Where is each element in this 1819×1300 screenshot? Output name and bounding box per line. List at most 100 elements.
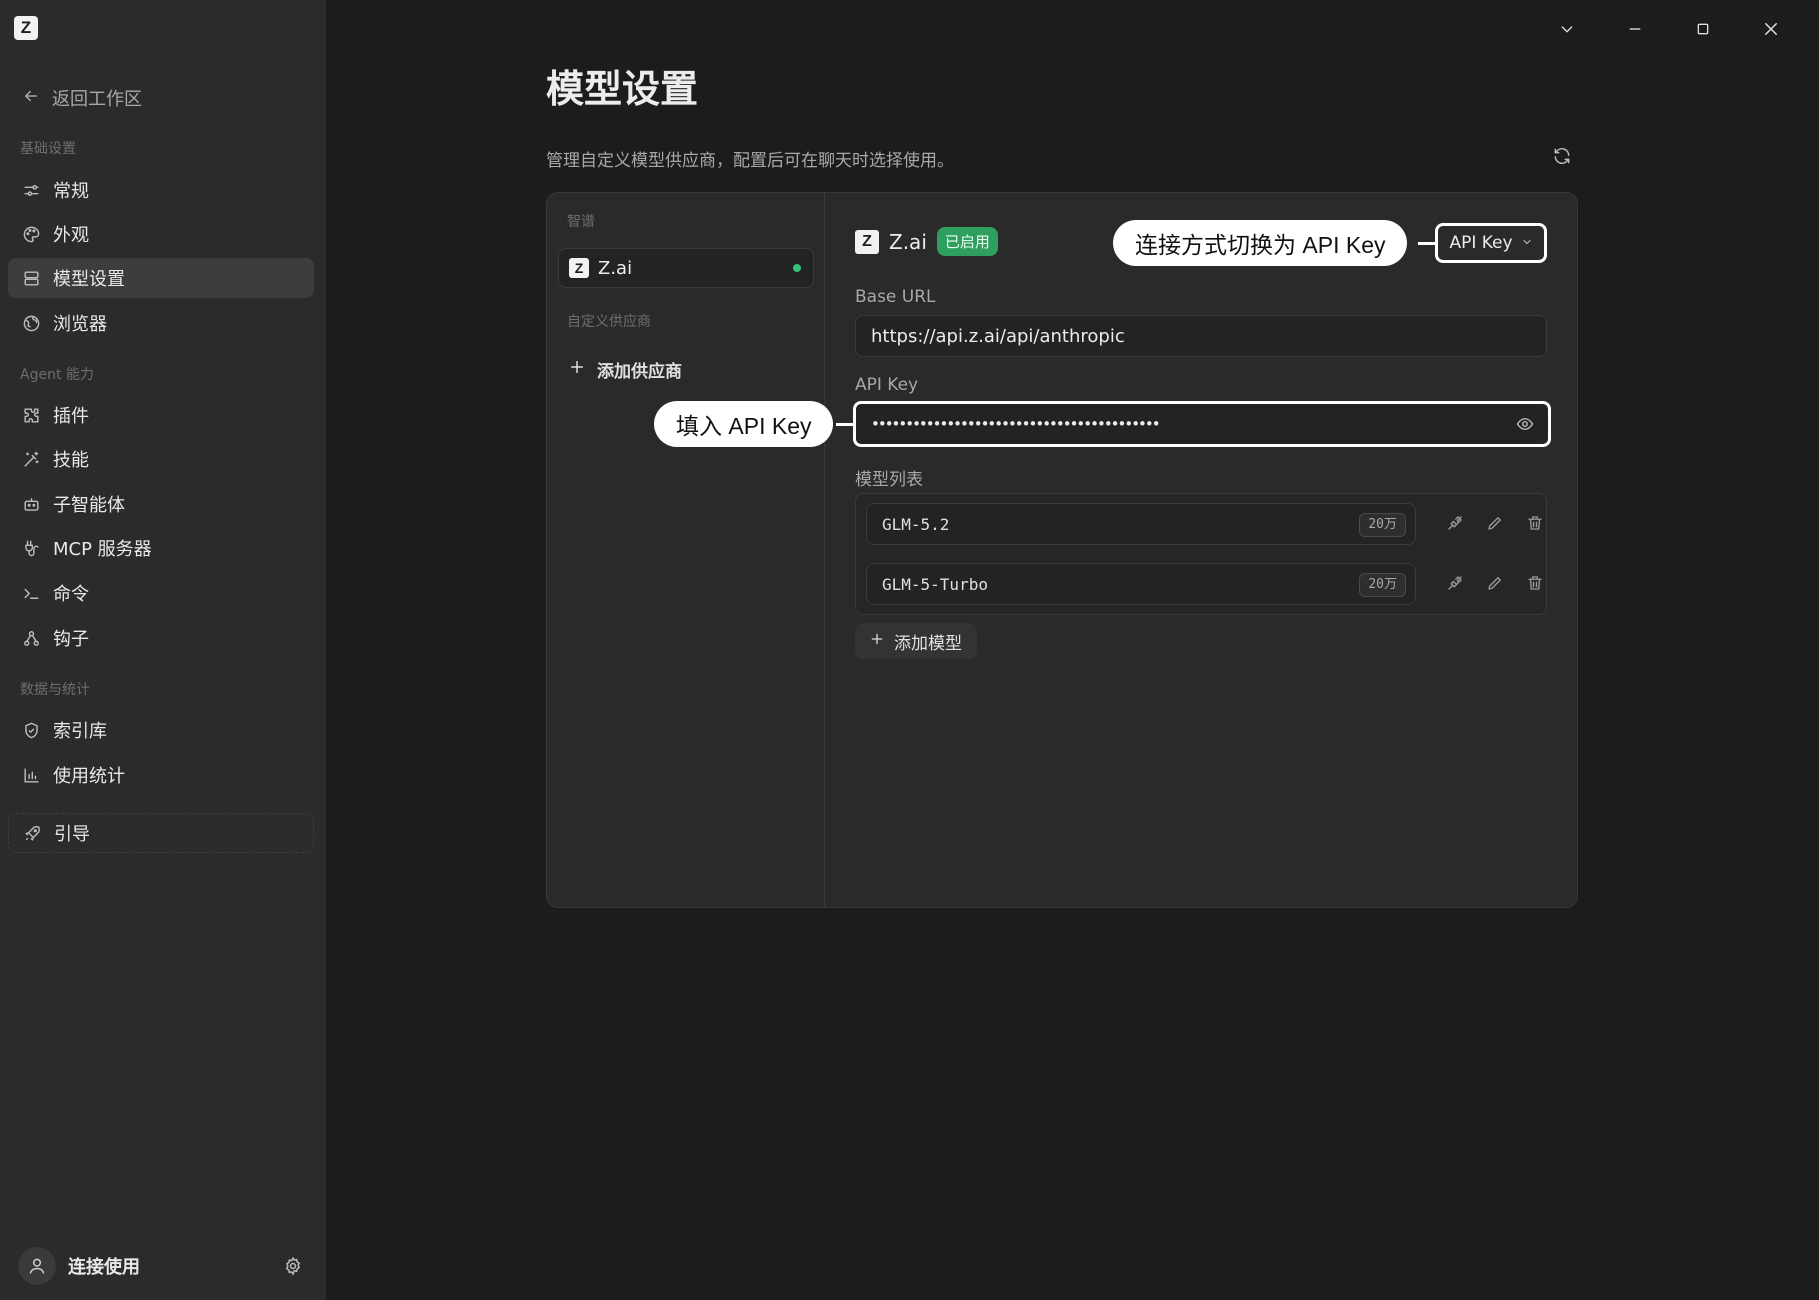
connection-mode-value: API Key bbox=[1449, 233, 1513, 253]
section-label-basic: 基础设置 bbox=[20, 141, 76, 157]
add-provider-button[interactable]: 添加供应商 bbox=[569, 357, 682, 382]
context-badge: 20万 bbox=[1359, 573, 1406, 597]
avatar[interactable] bbox=[18, 1247, 56, 1285]
sidebar-item-label: 技能 bbox=[53, 450, 89, 471]
rocket-icon bbox=[22, 823, 42, 843]
test-connection-icon[interactable] bbox=[1446, 514, 1466, 534]
back-label: 返回工作区 bbox=[52, 89, 142, 110]
sidebar-item-commands[interactable]: 命令 bbox=[8, 573, 314, 613]
model-name: GLM-5.2 bbox=[882, 514, 950, 534]
window-controls bbox=[1533, 12, 1805, 46]
sidebar-item-skills[interactable]: 技能 bbox=[8, 439, 314, 479]
sidebar-item-appearance[interactable]: 外观 bbox=[8, 214, 314, 254]
sidebar-item-browser[interactable]: 浏览器 bbox=[8, 303, 314, 343]
user-label[interactable]: 连接使用 bbox=[68, 1253, 282, 1279]
gear-icon[interactable] bbox=[282, 1255, 304, 1277]
sidebar-item-hooks[interactable]: 钩子 bbox=[8, 618, 314, 658]
back-to-workspace-link[interactable]: 返回工作区 bbox=[22, 84, 142, 112]
sidebar-item-label: 常规 bbox=[53, 181, 89, 202]
sidebar-item-plugins[interactable]: 插件 bbox=[8, 395, 314, 435]
sidebar: Z 返回工作区 基础设置 常规 外观 模型设置 浏览器 Agent 能力 插件 … bbox=[0, 0, 326, 1300]
sidebar-item-usage-stats[interactable]: 使用统计 bbox=[8, 755, 314, 795]
provider-item-zai[interactable]: Z Z.ai bbox=[558, 248, 814, 288]
minimize-icon[interactable] bbox=[1601, 12, 1669, 46]
base-url-value: https://api.z.ai/api/anthropic bbox=[871, 325, 1125, 347]
provider-header: Z Z.ai 已启用 bbox=[855, 227, 998, 256]
plus-icon bbox=[569, 359, 585, 380]
terminal-icon bbox=[21, 583, 41, 603]
callout-connector bbox=[1418, 242, 1436, 245]
chevron-down-icon[interactable] bbox=[1533, 12, 1601, 46]
bar-chart-icon bbox=[21, 765, 41, 785]
sidebar-item-label: 插件 bbox=[53, 406, 89, 427]
status-dot bbox=[793, 264, 801, 272]
group-label-custom: 自定义供应商 bbox=[567, 314, 651, 330]
bot-icon bbox=[21, 494, 41, 514]
page-title: 模型设置 bbox=[546, 67, 699, 111]
trash-icon[interactable] bbox=[1526, 514, 1546, 534]
trash-icon[interactable] bbox=[1526, 574, 1546, 594]
provider-list: 智谱 Z Z.ai 自定义供应商 添加供应商 bbox=[547, 193, 825, 907]
test-connection-icon[interactable] bbox=[1446, 574, 1466, 594]
provider-detail: Z Z.ai 已启用 API Key Base URL https://api.… bbox=[825, 193, 1577, 907]
plug-icon bbox=[21, 538, 41, 558]
model-name-field[interactable]: GLM-5.2 20万 bbox=[866, 503, 1416, 545]
model-row: GLM-5.2 20万 bbox=[866, 503, 1542, 545]
app-logo: Z bbox=[14, 16, 38, 40]
sidebar-item-label: 子智能体 bbox=[53, 495, 125, 516]
puzzle-icon bbox=[21, 405, 41, 425]
sidebar-item-label: 模型设置 bbox=[53, 269, 125, 290]
edit-icon[interactable] bbox=[1486, 574, 1506, 594]
status-badge: 已启用 bbox=[936, 227, 998, 256]
palette-icon bbox=[21, 224, 41, 244]
sidebar-item-guide[interactable]: 引导 bbox=[8, 813, 314, 853]
wand-icon bbox=[21, 449, 41, 469]
sidebar-item-index[interactable]: 索引库 bbox=[8, 710, 314, 750]
chevron-down-icon bbox=[1521, 233, 1533, 253]
sidebar-item-mcp-servers[interactable]: MCP 服务器 bbox=[8, 528, 314, 568]
refresh-icon[interactable] bbox=[1552, 146, 1574, 168]
add-provider-label: 添加供应商 bbox=[597, 362, 682, 382]
maximize-icon[interactable] bbox=[1669, 12, 1737, 46]
sidebar-item-label: 引导 bbox=[54, 824, 90, 845]
connection-mode-select[interactable]: API Key bbox=[1435, 223, 1547, 263]
add-model-button[interactable]: 添加模型 bbox=[855, 623, 977, 659]
api-key-input[interactable]: ••••••••••••••••••••••••••••••••••••••••… bbox=[853, 401, 1551, 447]
model-name: GLM-5-Turbo bbox=[882, 574, 988, 594]
edit-icon[interactable] bbox=[1486, 514, 1506, 534]
context-badge: 20万 bbox=[1359, 513, 1406, 537]
sidebar-item-label: 使用统计 bbox=[53, 766, 125, 787]
sliders-icon bbox=[21, 180, 41, 200]
api-key-value: ••••••••••••••••••••••••••••••••••••••••… bbox=[871, 415, 1161, 433]
sidebar-item-label: 浏览器 bbox=[53, 314, 107, 335]
sidebar-item-label: 钩子 bbox=[53, 629, 89, 650]
globe-icon bbox=[21, 313, 41, 333]
add-model-label: 添加模型 bbox=[894, 633, 962, 654]
hook-icon bbox=[21, 628, 41, 648]
model-name-field[interactable]: GLM-5-Turbo 20万 bbox=[866, 563, 1416, 605]
eye-icon[interactable] bbox=[1516, 415, 1536, 435]
provider-item-label: Z.ai bbox=[598, 257, 633, 279]
plus-icon bbox=[870, 631, 884, 651]
sidebar-item-subagents[interactable]: 子智能体 bbox=[8, 484, 314, 524]
api-key-label: API Key bbox=[855, 375, 919, 395]
sidebar-item-model-settings[interactable]: 模型设置 bbox=[8, 258, 314, 298]
sidebar-item-label: MCP 服务器 bbox=[53, 539, 152, 560]
arrow-left-icon bbox=[22, 87, 40, 110]
section-label-data: 数据与统计 bbox=[20, 682, 90, 698]
server-icon bbox=[21, 268, 41, 288]
model-list-label: 模型列表 bbox=[855, 470, 923, 490]
zai-logo-icon: Z bbox=[569, 258, 589, 278]
page-description: 管理自定义模型供应商，配置后可在聊天时选择使用。 bbox=[546, 151, 954, 171]
sidebar-item-label: 外观 bbox=[53, 225, 89, 246]
zai-logo-icon: Z bbox=[855, 229, 879, 254]
sidebar-item-label: 命令 bbox=[53, 584, 89, 605]
group-label-builtin: 智谱 bbox=[567, 214, 595, 230]
close-icon[interactable] bbox=[1737, 12, 1805, 46]
model-row: GLM-5-Turbo 20万 bbox=[866, 563, 1542, 605]
base-url-input[interactable]: https://api.z.ai/api/anthropic bbox=[855, 315, 1547, 357]
callout-connection-mode: 连接方式切换为 API Key bbox=[1113, 220, 1408, 266]
section-label-agent: Agent 能力 bbox=[20, 367, 94, 383]
sidebar-item-general[interactable]: 常规 bbox=[8, 170, 314, 210]
shield-icon bbox=[21, 720, 41, 740]
